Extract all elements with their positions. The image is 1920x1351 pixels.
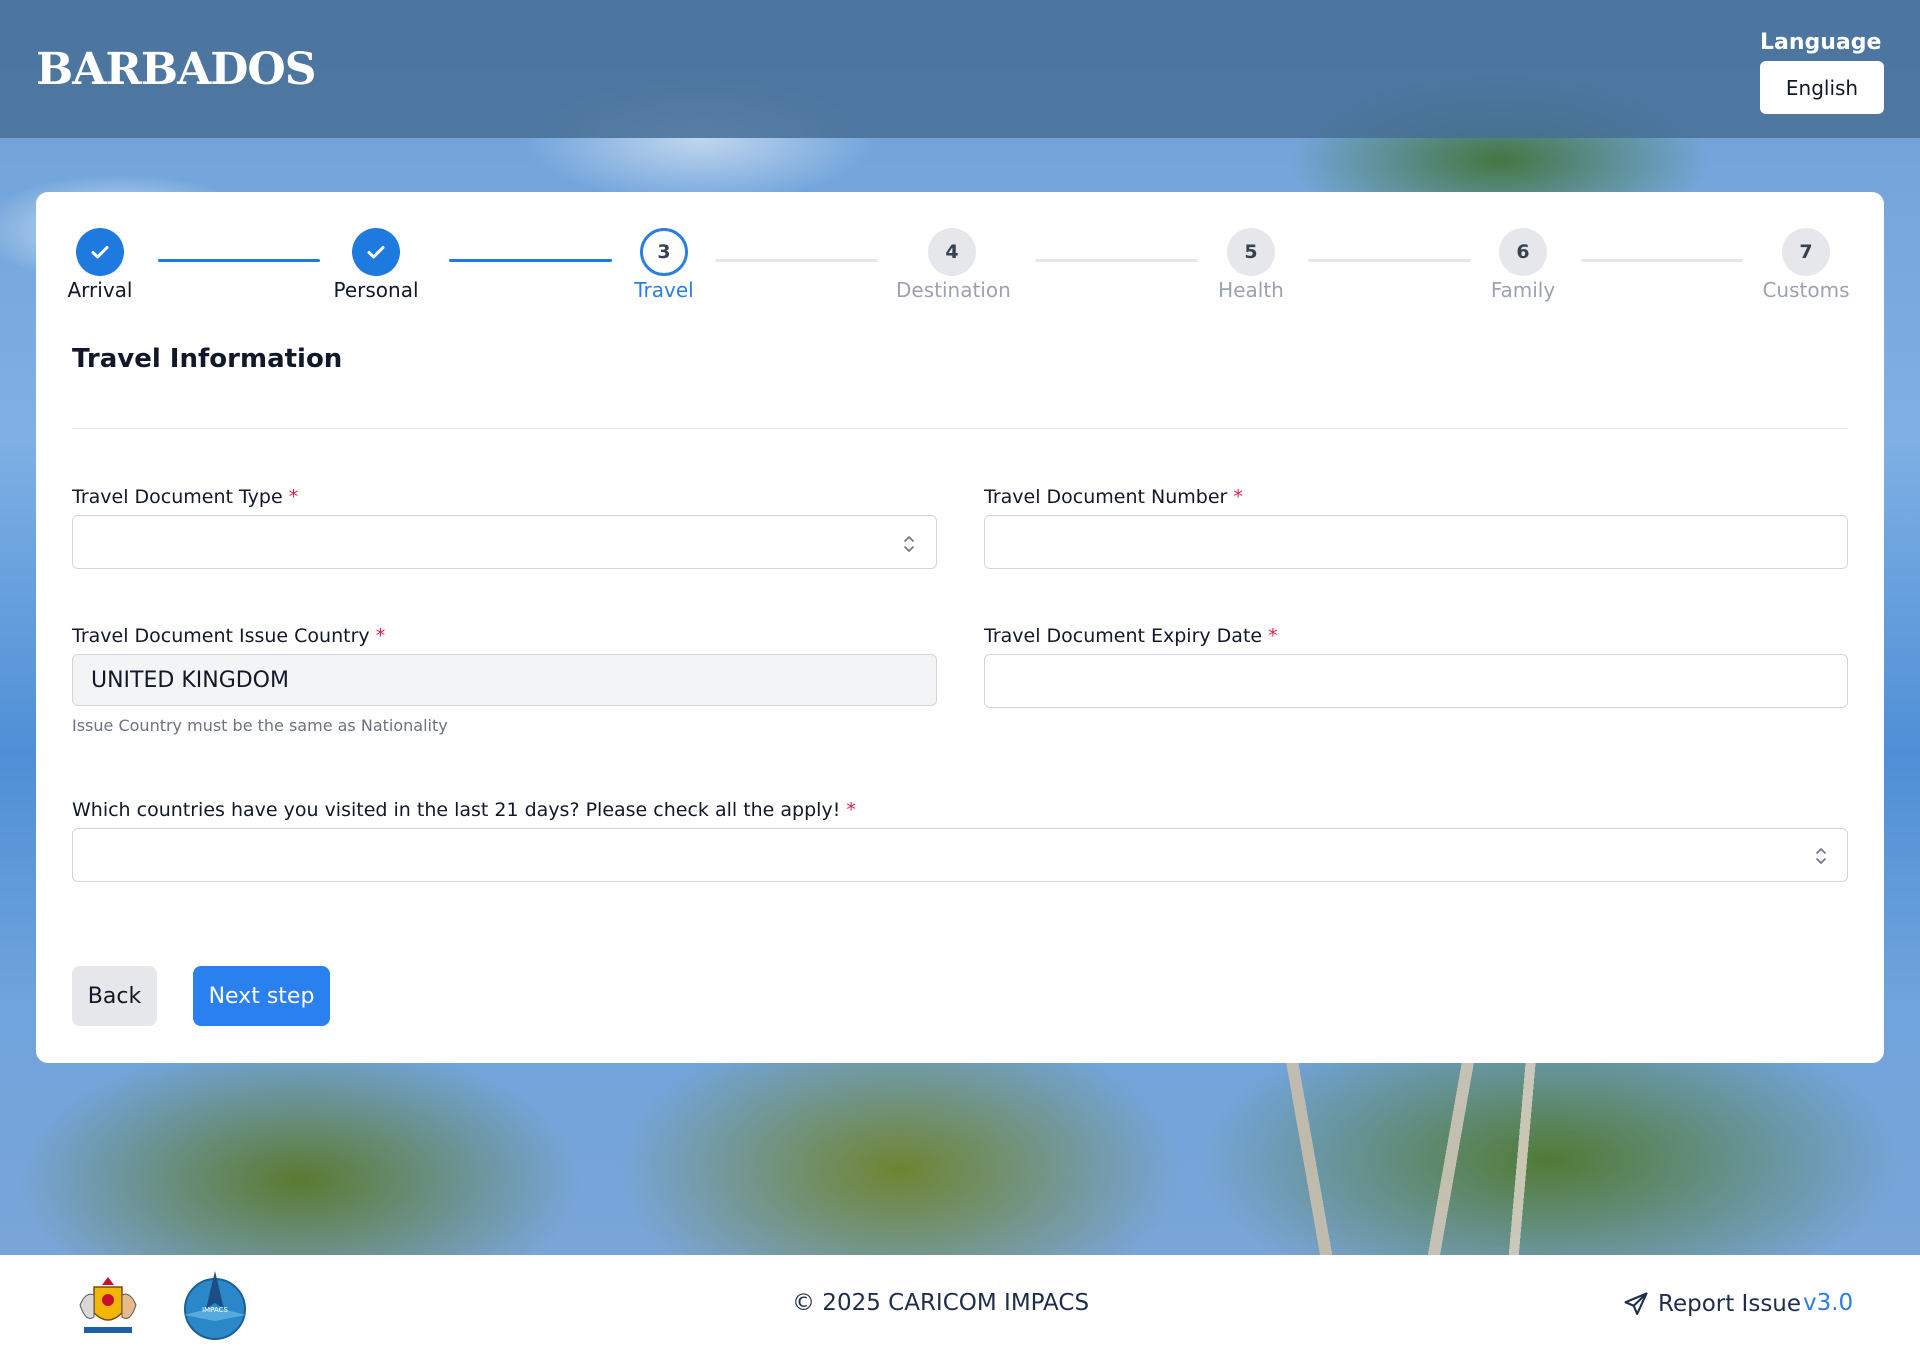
- step-label: Customs: [1762, 278, 1850, 302]
- step-label: Personal: [333, 278, 419, 302]
- form-card: Arrival Personal 3 Travel 4 Destination …: [36, 192, 1884, 1063]
- visited-countries-select[interactable]: [72, 828, 1848, 882]
- step-family[interactable]: 6 Family: [1488, 228, 1558, 302]
- barbados-coat-of-arms-icon: [79, 1277, 137, 1333]
- footer: IMPACS © 2025 CARICOM IMPACS Report Issu…: [0, 1255, 1920, 1351]
- impacs-logo-icon: IMPACS: [184, 1271, 246, 1340]
- check-icon: [76, 228, 124, 276]
- required-mark: *: [288, 486, 299, 508]
- step-personal[interactable]: Personal: [332, 228, 420, 302]
- required-mark: *: [1233, 486, 1243, 508]
- impacs-logo-text: IMPACS: [202, 1306, 228, 1314]
- step-label: Travel: [634, 278, 694, 302]
- divider: [72, 428, 1848, 429]
- step-number: 4: [928, 228, 976, 276]
- select-arrows-icon: [904, 536, 914, 552]
- doc-number-label: Travel Document Number *: [984, 486, 1243, 508]
- step-number: 5: [1227, 228, 1275, 276]
- step-connector: [1581, 259, 1743, 262]
- copyright-text: © 2025 CARICOM IMPACS: [792, 1290, 1090, 1316]
- expiry-date-label: Travel Document Expiry Date *: [984, 625, 1278, 647]
- doc-type-label: Travel Document Type *: [72, 486, 299, 508]
- send-icon: [1624, 1292, 1648, 1315]
- step-health[interactable]: 5 Health: [1216, 228, 1286, 302]
- step-customs[interactable]: 7 Customs: [1760, 228, 1852, 302]
- doc-type-select[interactable]: [72, 515, 937, 569]
- issue-country-input: [72, 654, 937, 706]
- step-connector: [715, 259, 878, 262]
- step-number: 3: [640, 228, 688, 276]
- step-travel[interactable]: 3 Travel: [626, 228, 702, 302]
- next-step-button[interactable]: Next step: [193, 966, 330, 1026]
- step-number: 7: [1782, 228, 1830, 276]
- doc-number-input[interactable]: [984, 515, 1848, 569]
- issue-country-hint: Issue Country must be the same as Nation…: [72, 716, 448, 735]
- step-label: Family: [1490, 278, 1556, 302]
- back-button[interactable]: Back: [72, 966, 157, 1026]
- step-connector: [1308, 259, 1471, 262]
- visited-countries-label: Which countries have you visited in the …: [72, 799, 856, 821]
- step-label: Destination: [896, 278, 1011, 302]
- barbados-logo: BARBADOS: [36, 44, 316, 95]
- select-arrows-icon: [1816, 848, 1826, 864]
- step-label: Health: [1218, 278, 1284, 302]
- step-label: Arrival: [67, 278, 133, 302]
- background-palm-trunks: [0, 1060, 1920, 1255]
- required-mark: *: [1268, 625, 1278, 647]
- required-mark: *: [846, 799, 856, 821]
- step-arrival[interactable]: Arrival: [64, 228, 136, 302]
- language-select-button[interactable]: English: [1760, 61, 1884, 114]
- check-icon: [352, 228, 400, 276]
- top-header: BARBADOS Language English: [0, 0, 1920, 138]
- report-issue-link[interactable]: Report Issue: [1622, 1290, 1801, 1318]
- step-destination[interactable]: 4 Destination: [896, 228, 1011, 302]
- step-connector: [1035, 259, 1198, 262]
- expiry-date-input[interactable]: [984, 654, 1848, 708]
- step-connector: [158, 259, 320, 262]
- step-number: 6: [1499, 228, 1547, 276]
- step-connector: [449, 259, 612, 262]
- required-mark: *: [375, 625, 386, 647]
- language-label: Language: [1760, 30, 1882, 55]
- section-title: Travel Information: [72, 344, 343, 374]
- version-label: v3.0: [1803, 1290, 1854, 1316]
- issue-country-label: Travel Document Issue Country *: [72, 625, 386, 647]
